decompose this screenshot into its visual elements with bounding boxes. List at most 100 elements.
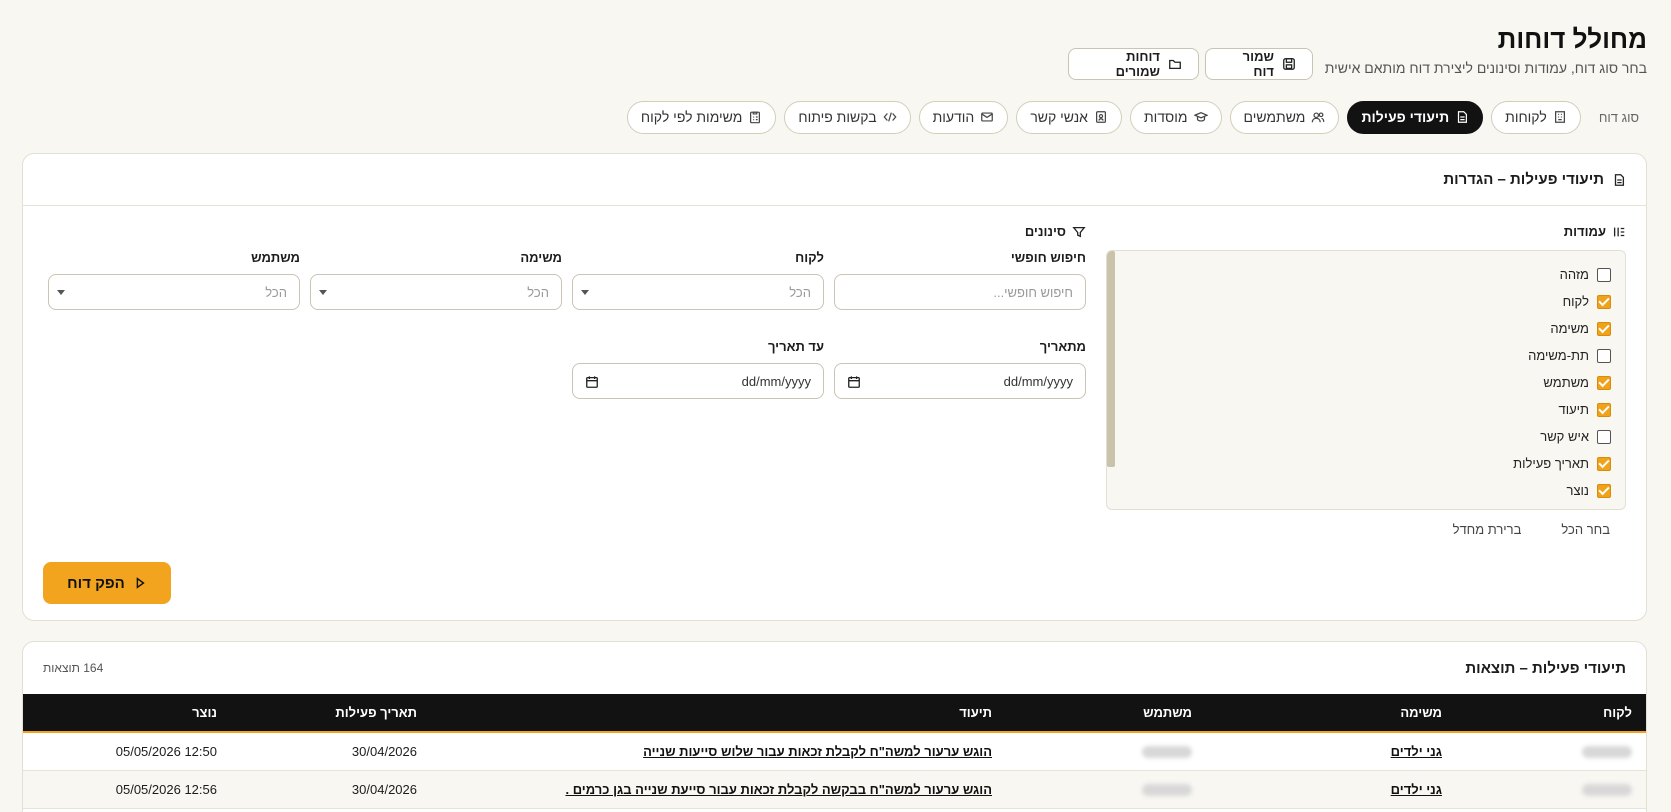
free-search-input[interactable]: [847, 284, 1073, 300]
report-type-dev-requests[interactable]: בקשות פיתוח: [784, 100, 911, 134]
column-option-id[interactable]: מזהה: [1513, 261, 1611, 288]
chevron-down-icon: [581, 290, 589, 295]
free-search-field[interactable]: [834, 274, 1086, 310]
report-type-label-clients: לקוחות: [1505, 109, 1547, 125]
column-option-created[interactable]: נוצר: [1513, 477, 1611, 504]
column-header-user[interactable]: משתמש: [1006, 694, 1206, 733]
report-type-activity-logs[interactable]: תיעודי פעילות: [1347, 100, 1484, 134]
save-report-button[interactable]: שמור דוח: [1205, 48, 1313, 80]
filter-icon: [1072, 225, 1086, 239]
task-filter-select[interactable]: הכל: [310, 274, 562, 310]
settings-panel: תיעודי פעילות – הגדרות עמודות מזהה לקוח …: [22, 153, 1647, 621]
column-option-label: משתמש: [1543, 375, 1589, 390]
clipboard-list-icon: [748, 110, 762, 124]
reset-default-link[interactable]: ברירת מחדל: [1453, 522, 1522, 537]
contact-card-icon: [1094, 110, 1108, 124]
from-date-input[interactable]: dd/mm/yyyy: [834, 363, 1086, 399]
results-title: תיעודי פעילות – תוצאות: [1465, 659, 1626, 677]
task-link[interactable]: גני ילדים: [1391, 744, 1442, 759]
columns-title: עמודות: [1563, 224, 1606, 239]
columns-list: מזהה לקוח משימה תת-משימה משתמש תיעוד איש…: [1513, 261, 1611, 509]
column-option-user[interactable]: משתמש: [1513, 369, 1611, 396]
cell-client[interactable]: [1456, 770, 1646, 809]
column-option-label: תאריך פעילות: [1513, 456, 1589, 471]
column-header-task[interactable]: משימה: [1206, 694, 1456, 733]
report-type-users[interactable]: משתמשים: [1229, 100, 1340, 134]
table-header-row: לקוח משימה משתמש תיעוד תאריך פעילות נוצר: [23, 694, 1646, 733]
column-checkbox[interactable]: [1597, 402, 1611, 417]
column-checkbox[interactable]: [1597, 348, 1611, 363]
report-type-contacts[interactable]: אנשי קשר: [1016, 100, 1122, 134]
column-checkbox[interactable]: [1597, 483, 1611, 498]
task-filter-label: משימה: [520, 250, 562, 265]
cell-task[interactable]: גני ילדים: [1206, 732, 1456, 771]
column-option-activity-date[interactable]: תאריך פעילות: [1513, 450, 1611, 477]
cell-client[interactable]: [1456, 732, 1646, 771]
columns-section-title: עמודות: [1564, 224, 1626, 239]
column-option-label: איש קשר: [1540, 429, 1589, 444]
save-icon: [1282, 57, 1296, 71]
column-checkbox[interactable]: [1597, 267, 1611, 282]
column-checkbox[interactable]: [1597, 294, 1611, 309]
results-panel: תיעודי פעילות – תוצאות 164 תוצאות לקוח מ…: [22, 641, 1647, 812]
columns-scrollbar[interactable]: [1107, 251, 1115, 467]
column-header-created[interactable]: נוצר: [23, 694, 231, 733]
page-subtitle: בחר סוג דוח, עמודות וסינונים ליצירת דוח …: [1324, 60, 1647, 76]
cell-activity-date: 30/04/2026: [231, 770, 431, 809]
settings-title: תיעודי פעילות – הגדרות: [1443, 171, 1604, 188]
column-checkbox[interactable]: [1597, 321, 1611, 336]
building-icon: [1553, 110, 1567, 124]
column-option-label: נוצר: [1566, 483, 1589, 498]
redacted-client: [1582, 784, 1632, 797]
column-option-subtask[interactable]: תת-משימה: [1513, 342, 1611, 369]
report-type-label-users: משתמשים: [1243, 109, 1306, 125]
column-header-client[interactable]: לקוח: [1456, 694, 1646, 733]
filters-title: סינונים: [1024, 224, 1066, 239]
saved-reports-button[interactable]: דוחות שמורים: [1068, 48, 1199, 80]
to-date-input[interactable]: dd/mm/yyyy: [572, 363, 824, 399]
report-type-label-institutions: מוסדות: [1143, 109, 1188, 125]
folder-icon: [1168, 57, 1182, 71]
report-type-clients[interactable]: לקוחות: [1491, 100, 1581, 134]
column-header-activity-date[interactable]: תאריך פעילות: [231, 694, 431, 733]
table-row: גני ילדים הוגש ערעור למשה"ח בבקשה לקבלת …: [23, 770, 1646, 809]
calendar-icon[interactable]: [585, 375, 599, 389]
task-link[interactable]: גני ילדים: [1391, 782, 1442, 797]
calendar-icon[interactable]: [847, 375, 861, 389]
column-checkbox[interactable]: [1597, 375, 1611, 390]
column-option-label: משימה: [1550, 321, 1589, 336]
column-checkbox[interactable]: [1597, 429, 1611, 444]
cell-documentation[interactable]: הוגש ערעור למשה"ח בבקשה לקבלת זכאות עבור…: [431, 770, 1006, 809]
column-option-label: מזהה: [1559, 267, 1589, 282]
column-header-documentation[interactable]: תיעוד: [431, 694, 1006, 733]
document-icon: [1612, 173, 1626, 187]
columns-icon: [1612, 225, 1626, 239]
documentation-link[interactable]: הוגש ערעור למשה"ח לקבלת זכאות עבור שלוש …: [643, 744, 992, 759]
run-report-button[interactable]: הפק דוח: [43, 562, 171, 604]
column-option-documentation[interactable]: תיעוד: [1513, 396, 1611, 423]
column-option-client[interactable]: לקוח: [1513, 288, 1611, 315]
report-type-label-contacts: אנשי קשר: [1030, 109, 1088, 125]
client-filter-select[interactable]: הכל: [572, 274, 824, 310]
column-option-contact[interactable]: איש קשר: [1513, 423, 1611, 450]
report-type-tasks-by-client[interactable]: משימות לפי לקוח: [626, 100, 777, 134]
column-option-label: לקוח: [1562, 294, 1589, 309]
from-date-value: dd/mm/yyyy: [1003, 373, 1073, 389]
chevron-down-icon: [57, 290, 65, 295]
save-report-label: שמור דוח: [1242, 49, 1274, 79]
select-all-link[interactable]: בחר הכל: [1561, 522, 1610, 537]
client-filter-value: הכל: [789, 284, 811, 300]
client-filter-label: לקוח: [795, 250, 824, 265]
column-checkbox[interactable]: [1597, 456, 1611, 471]
redacted-user: [1142, 784, 1192, 797]
cell-documentation[interactable]: הוגש ערעור למשה"ח לקבלת זכאות עבור שלוש …: [431, 732, 1006, 771]
cell-task[interactable]: גני ילדים: [1206, 770, 1456, 809]
code-icon: [883, 110, 897, 124]
user-filter-label: משתמש: [251, 250, 300, 265]
report-type-messages[interactable]: הודעות: [918, 100, 1009, 134]
user-filter-select[interactable]: הכל: [48, 274, 300, 310]
cell-user: [1006, 770, 1206, 809]
report-type-institutions[interactable]: מוסדות: [1129, 100, 1222, 134]
column-option-task[interactable]: משימה: [1513, 315, 1611, 342]
documentation-link[interactable]: הוגש ערעור למשה"ח בבקשה לקבלת זכאות עבור…: [565, 782, 992, 797]
